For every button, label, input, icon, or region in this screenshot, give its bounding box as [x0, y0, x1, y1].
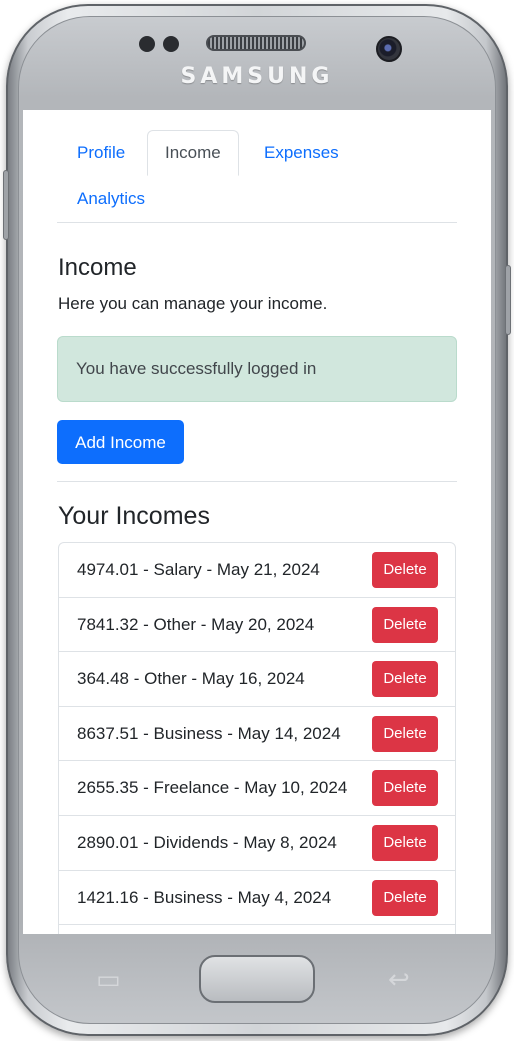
list-title: Your Incomes: [58, 502, 210, 530]
list-item: 2655.35 - Freelance - May 10, 2024 Delet…: [59, 761, 455, 816]
delete-button[interactable]: Delete: [372, 661, 438, 698]
income-entry-text: 7841.32 - Other - May 20, 2024: [77, 614, 315, 634]
income-list: 4974.01 - Salary - May 21, 2024 Delete 7…: [58, 542, 456, 934]
screen: Profile Income Expenses Analytics Income…: [23, 110, 491, 934]
front-camera: [376, 36, 402, 62]
speaker-grill: [206, 35, 306, 51]
tab-profile[interactable]: Profile: [77, 130, 125, 176]
power-button: [505, 265, 511, 335]
volume-button: [3, 170, 9, 240]
list-item: [59, 925, 455, 934]
tab-expenses[interactable]: Expenses: [264, 130, 339, 176]
success-alert: You have successfully logged in: [57, 336, 457, 402]
delete-button[interactable]: Delete: [372, 552, 438, 588]
list-item: 7841.32 - Other - May 20, 2024 Delete: [59, 598, 455, 653]
delete-button[interactable]: Delete: [372, 770, 438, 807]
nav-tabs: Profile Income Expenses Analytics: [57, 130, 457, 223]
income-entry-text: 2890.01 - Dividends - May 8, 2024: [77, 832, 337, 852]
page-description: Here you can manage your income.: [58, 294, 328, 313]
list-item: 8637.51 - Business - May 14, 2024 Delete: [59, 707, 455, 762]
delete-button[interactable]: Delete: [372, 879, 438, 916]
brand-logo: SAMSUNG: [180, 64, 334, 89]
divider: [57, 481, 457, 482]
list-item: 4974.01 - Salary - May 21, 2024 Delete: [59, 543, 455, 598]
page-content: Profile Income Expenses Analytics Income…: [57, 130, 457, 934]
list-item: 1421.16 - Business - May 4, 2024 Delete: [59, 871, 455, 926]
delete-button[interactable]: Delete: [372, 715, 438, 752]
income-entry-text: 8637.51 - Business - May 14, 2024: [77, 723, 341, 743]
tab-income[interactable]: Income: [147, 130, 239, 176]
income-entry-text: 1421.16 - Business - May 4, 2024: [77, 887, 332, 907]
sensor-dot: [139, 36, 155, 52]
page-title: Income: [58, 254, 137, 281]
home-button[interactable]: [199, 955, 315, 1003]
income-entry-text: 4974.01 - Salary - May 21, 2024: [77, 560, 320, 579]
recent-apps-icon[interactable]: ▭: [96, 965, 121, 995]
list-item: 364.48 - Other - May 16, 2024 Delete: [59, 652, 455, 707]
back-icon[interactable]: ↩: [388, 965, 410, 995]
tab-analytics[interactable]: Analytics: [77, 176, 145, 222]
sensor-dot: [163, 36, 179, 52]
income-entry-text: 364.48 - Other - May 16, 2024: [77, 669, 305, 689]
add-income-button[interactable]: Add Income: [57, 420, 184, 464]
list-item: 2890.01 - Dividends - May 8, 2024 Delete: [59, 816, 455, 871]
delete-button[interactable]: Delete: [372, 824, 438, 861]
income-entry-text: 2655.35 - Freelance - May 10, 2024: [77, 778, 348, 798]
delete-button[interactable]: Delete: [372, 606, 438, 643]
alert-text: You have successfully logged in: [76, 359, 317, 378]
